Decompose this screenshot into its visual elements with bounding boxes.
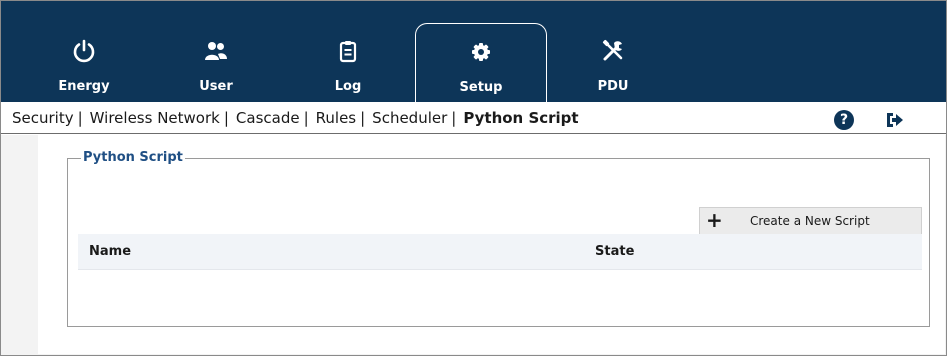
create-new-script-button[interactable]: + Create a New Script [699,207,922,235]
subnav-python-script[interactable]: Python Script [463,109,578,127]
subnav-separator: | [451,109,457,127]
logout-icon[interactable] [885,110,905,130]
tab-user[interactable]: User [150,23,282,102]
plus-icon: + [706,208,723,232]
create-button-label: Create a New Script [750,214,870,228]
scripts-table-header: Name State [78,234,922,270]
column-header-name: Name [89,244,132,259]
tab-user-label: User [199,79,233,94]
subnav-separator: | [360,109,366,127]
clipboard-icon [339,41,357,63]
tab-setup-label: Setup [459,80,503,95]
subnav-links: Security | Wireless Network | Cascade | Rules |… [12,109,579,127]
top-navigation-bar: Energy User Log Setup PDU [1,1,946,102]
subnav-separator: | [77,109,83,127]
users-icon [205,42,227,60]
tab-log-label: Log [334,79,362,94]
tab-pdu-label: PDU [597,79,629,94]
subnav-wireless-network[interactable]: Wireless Network [90,109,220,127]
subnav-separator: | [223,109,229,127]
tab-energy-label: Energy [58,79,110,94]
subnav-separator: | [303,109,309,127]
power-icon [73,39,95,63]
subnav-scheduler[interactable]: Scheduler [372,109,447,127]
tab-setup[interactable]: Setup [415,23,547,102]
column-header-state: State [595,244,635,259]
subnav-rules[interactable]: Rules [316,109,356,127]
content-area: Python Script + Create a New Script Name… [1,135,946,355]
tools-icon [602,39,623,61]
subnav-security[interactable]: Security [12,109,74,127]
sub-navigation: Security | Wireless Network | Cascade | Rules |… [1,102,946,134]
tab-pdu[interactable]: PDU [547,23,679,102]
subnav-cascade[interactable]: Cascade [236,109,300,127]
tab-log[interactable]: Log [282,23,414,102]
gear-icon [472,43,490,61]
help-icon[interactable]: ? [834,110,854,130]
fieldset-legend: Python Script [81,150,185,165]
python-script-fieldset: Python Script + Create a New Script Name… [67,150,930,327]
tab-energy[interactable]: Energy [18,23,150,102]
content-panel: Python Script + Create a New Script Name… [38,135,945,354]
